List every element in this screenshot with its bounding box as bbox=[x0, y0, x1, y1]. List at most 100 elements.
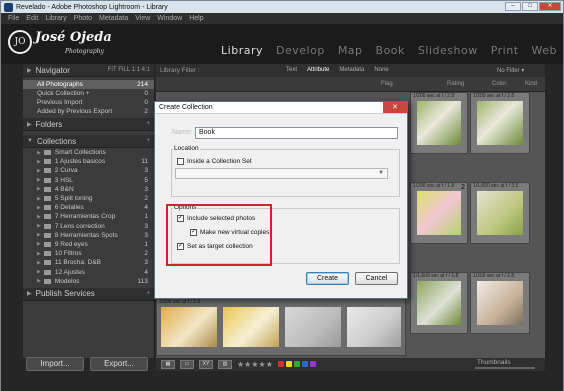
kind-filter-label[interactable]: Kind bbox=[525, 81, 537, 87]
close-button[interactable]: ✕ bbox=[539, 2, 561, 11]
catalog-item[interactable]: All Photographs 214 bbox=[23, 80, 154, 89]
import-button[interactable]: Import... bbox=[26, 357, 84, 371]
collection-item[interactable]: ▶ 7 Lens correction 3 bbox=[23, 222, 154, 231]
photo-thumbnail[interactable] bbox=[417, 281, 461, 325]
grid-cell[interactable]: 1/200 sec at f / 1.8 2 bbox=[410, 182, 468, 244]
collection-item[interactable]: ▶ 4 B&N 3 bbox=[23, 185, 154, 194]
window-title: Revelado - Adobe Photoshop Lightroom - L… bbox=[16, 3, 168, 11]
navigator-header[interactable]: ▶ Navigator FIT FILL 1:1 4:1 bbox=[23, 64, 154, 77]
dialog-close-button[interactable]: ✕ bbox=[383, 102, 407, 113]
add-collection-icon[interactable]: + bbox=[146, 138, 150, 144]
collection-item[interactable]: ▶ 12 Ajustes 4 bbox=[23, 267, 154, 276]
catalog-item[interactable]: Added by Previous Export 2 bbox=[23, 107, 154, 116]
purple-label-icon[interactable] bbox=[309, 360, 316, 367]
filter-tab-text[interactable]: Text bbox=[286, 67, 297, 73]
survey-view-icon[interactable]: ▥ bbox=[218, 360, 232, 369]
photo-thumbnail[interactable] bbox=[161, 307, 217, 347]
filter-preset-select[interactable]: No Filter ▾ bbox=[497, 67, 524, 74]
collection-item-count: 4 bbox=[144, 204, 148, 212]
flag-filter-label[interactable]: Flag bbox=[381, 81, 393, 87]
menu-library[interactable]: Library bbox=[45, 15, 66, 22]
module-map[interactable]: Map bbox=[338, 44, 363, 57]
module-web[interactable]: Web bbox=[532, 44, 557, 57]
photo-thumbnail[interactable] bbox=[417, 191, 461, 235]
menu-help[interactable]: Help bbox=[189, 15, 203, 22]
collection-item[interactable]: ▶ Smart Collections bbox=[23, 148, 154, 157]
module-book[interactable]: Book bbox=[376, 44, 405, 57]
collection-name-input[interactable]: Book bbox=[195, 127, 398, 139]
filter-tab-attribute[interactable]: Attribute bbox=[307, 67, 329, 73]
photo-thumbnail[interactable] bbox=[477, 101, 523, 145]
add-publish-icon[interactable]: + bbox=[146, 291, 150, 297]
folders-header[interactable]: ▶ Folders + bbox=[23, 118, 154, 131]
maximize-button[interactable]: □ bbox=[522, 2, 538, 11]
collections-header[interactable]: ▼ Collections + bbox=[23, 135, 154, 148]
menu-window[interactable]: Window bbox=[157, 15, 182, 22]
photo-thumbnail[interactable] bbox=[285, 307, 341, 347]
expand-triangle-icon: ▶ bbox=[37, 250, 41, 257]
blue-label-icon[interactable] bbox=[301, 360, 308, 367]
loupe-view-icon[interactable]: ▭ bbox=[180, 360, 194, 369]
photo-thumbnail[interactable] bbox=[417, 101, 461, 145]
minimize-button[interactable]: – bbox=[505, 2, 521, 11]
rating-filter-label[interactable]: Rating bbox=[447, 81, 464, 87]
collection-set-dropdown[interactable]: ▼ bbox=[175, 168, 388, 179]
green-label-icon[interactable] bbox=[293, 360, 300, 367]
add-folder-icon[interactable]: + bbox=[146, 121, 150, 127]
module-develop[interactable]: Develop bbox=[276, 44, 325, 57]
photo-thumbnail[interactable] bbox=[477, 281, 523, 325]
grid-cell[interactable]: 1/1,600 sec at f / 3.5 bbox=[470, 182, 530, 244]
grid-view-icon[interactable]: ▦ bbox=[161, 360, 175, 369]
expand-triangle-icon: ▶ bbox=[37, 213, 41, 220]
filter-tab-none[interactable]: None bbox=[374, 67, 388, 73]
catalog-item-count: 2 bbox=[144, 108, 148, 115]
module-print[interactable]: Print bbox=[491, 44, 519, 57]
collection-item[interactable]: ▶ 9 Red eyes 1 bbox=[23, 240, 154, 249]
menu-file[interactable]: File bbox=[8, 15, 19, 22]
menu-edit[interactable]: Edit bbox=[26, 15, 38, 22]
photo-thumbnail[interactable] bbox=[347, 307, 401, 347]
collection-item[interactable]: ▶ 3 HSL 5 bbox=[23, 176, 154, 185]
rating-stars[interactable]: ★★★★★ bbox=[237, 360, 273, 369]
publish-services-header[interactable]: ▶ Publish Services + bbox=[23, 287, 154, 301]
collection-item[interactable]: ▶ 5 Split toning 2 bbox=[23, 194, 154, 203]
collection-item[interactable]: ▶ 1 Ajustes basicos 11 bbox=[23, 157, 154, 166]
create-button[interactable]: Create bbox=[306, 272, 349, 285]
collection-item[interactable]: ▶ 11 Brocha: D&B 3 bbox=[23, 258, 154, 267]
collection-item[interactable]: ▶ 10 Filtros 2 bbox=[23, 249, 154, 258]
color-filter-label[interactable]: Color bbox=[492, 81, 506, 87]
module-library[interactable]: Library bbox=[221, 44, 263, 57]
collection-item[interactable]: ▶ 6 Detalles 4 bbox=[23, 203, 154, 212]
collection-item[interactable]: ▶ 2 Curva 3 bbox=[23, 166, 154, 175]
grid-cell[interactable]: 1/200 sec at f / 2.8 bbox=[470, 272, 530, 334]
menu-view[interactable]: View bbox=[135, 15, 150, 22]
yellow-label-icon[interactable] bbox=[285, 360, 292, 367]
compare-view-icon[interactable]: XY bbox=[199, 360, 213, 369]
catalog-item[interactable]: Previous Import 0 bbox=[23, 98, 154, 107]
filter-tab-metadata[interactable]: Metadata bbox=[339, 67, 364, 73]
grid-cell[interactable]: 1/1,600 sec at f / 1.8 bbox=[410, 272, 468, 334]
photo-thumbnail[interactable] bbox=[223, 307, 279, 347]
inside-collection-set-checkbox[interactable]: Inside a Collection Set bbox=[177, 158, 252, 165]
collection-item[interactable]: ▶ Modelos 113 bbox=[23, 277, 154, 286]
export-button[interactable]: Export... bbox=[90, 357, 148, 371]
zoom-levels[interactable]: FIT FILL 1:1 4:1 bbox=[108, 67, 150, 73]
collection-item[interactable]: ▶ 7 Herramientas Crop 1 bbox=[23, 212, 154, 221]
red-label-icon[interactable] bbox=[277, 360, 284, 367]
grid-cell[interactable]: 1/200 sec at f / 2.8 bbox=[470, 92, 530, 154]
menu-photo[interactable]: Photo bbox=[74, 15, 92, 22]
photo-thumbnail[interactable] bbox=[477, 191, 523, 235]
cancel-button[interactable]: Cancel bbox=[355, 272, 398, 285]
folder-icon bbox=[43, 223, 51, 229]
collection-item-label: 2 Curva bbox=[54, 167, 78, 175]
module-slideshow[interactable]: Slideshow bbox=[418, 44, 478, 57]
chevron-down-icon: ▼ bbox=[378, 170, 384, 176]
catalog-item[interactable]: Quick Collection + 0 bbox=[23, 89, 154, 98]
catalog-item-label: All Photographs bbox=[37, 81, 83, 88]
collection-item[interactable]: ▶ 8 Herramientas Spots 3 bbox=[23, 231, 154, 240]
folder-icon bbox=[43, 186, 51, 192]
grid-cell[interactable]: 1/200 sec at f / 2.8 bbox=[410, 92, 468, 154]
folders-label: Folders bbox=[35, 119, 63, 129]
menu-metadata[interactable]: Metadata bbox=[99, 15, 128, 22]
thumbnail-size-slider[interactable] bbox=[475, 367, 535, 369]
